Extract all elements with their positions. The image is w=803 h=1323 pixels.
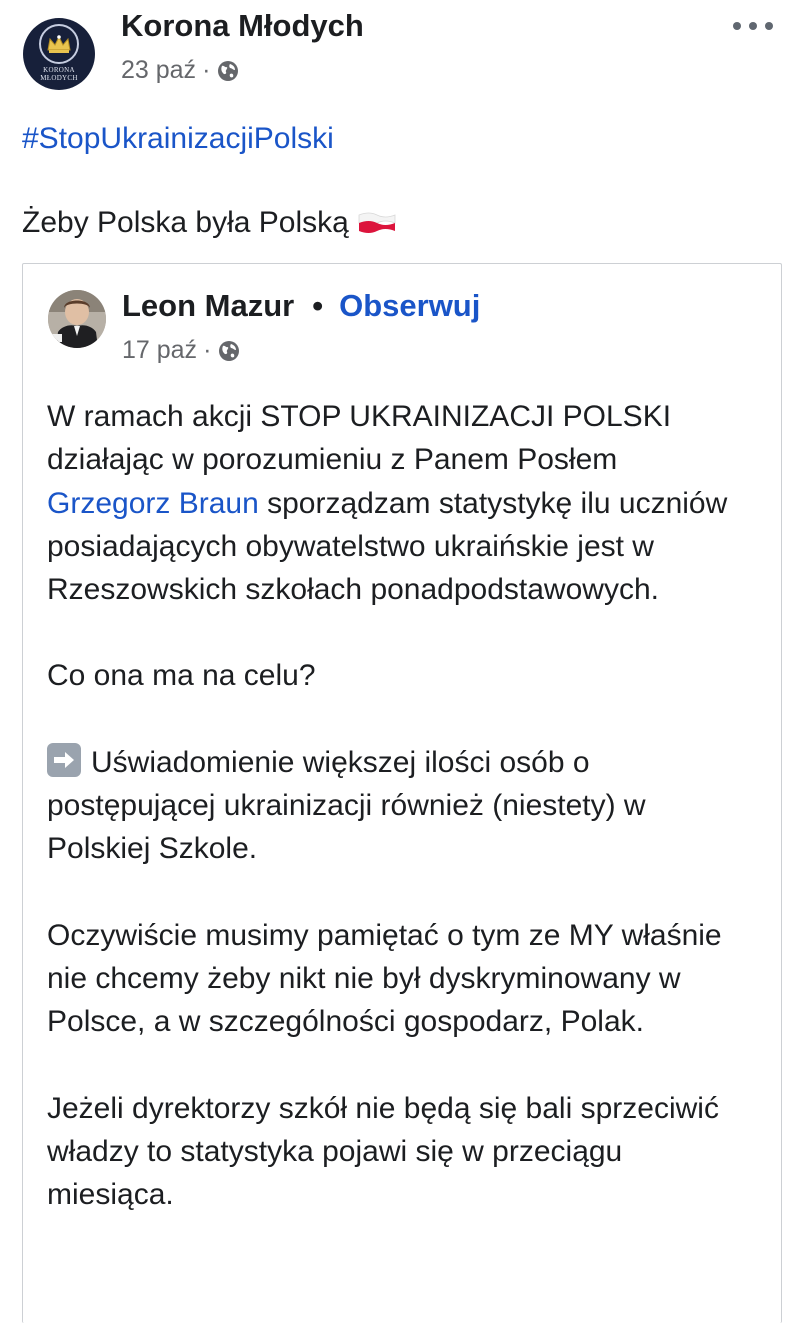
shared-post-card[interactable]: Leon Mazur • Obserwuj 17 paź · W ramach … <box>22 263 782 1323</box>
post-meta: 23 paź · <box>121 56 240 85</box>
shared-post-meta: 17 paź · <box>122 336 241 365</box>
paragraph-2: Co ona ma na celu? <box>47 659 316 693</box>
more-options-icon[interactable] <box>733 14 773 38</box>
page-name[interactable]: Korona Młodych <box>121 8 364 44</box>
paragraph-3: Uświadomienie większej ilości osób o pos… <box>47 741 747 871</box>
meta-separator: · <box>202 56 211 84</box>
globe-icon <box>216 59 240 83</box>
paragraph-4: Oczywiście musimy pamiętać o tym ze MY w… <box>47 918 722 1039</box>
post-intro-text: Żeby Polska była Polską <box>22 206 349 239</box>
meta-separator: · <box>203 336 212 364</box>
crown-logo-icon <box>39 24 79 64</box>
avatar-logo-text: KORONA MŁODYCH <box>40 66 78 82</box>
follow-button[interactable]: Obserwuj <box>339 288 480 324</box>
author-avatar[interactable] <box>48 290 106 348</box>
globe-icon <box>217 339 241 363</box>
shared-post-body: W ramach akcji STOP UKRAINIZACJI POLSKI … <box>47 395 747 1216</box>
post-text: Żeby Polska była Polską <box>22 206 397 240</box>
right-arrow-icon <box>47 742 81 777</box>
hashtag-link[interactable]: #StopUkrainizacjiPolski <box>22 122 334 156</box>
mention-link[interactable]: Grzegorz Braun <box>47 487 259 520</box>
author-dot-separator: • <box>312 288 324 323</box>
shared-author-line: Leon Mazur • Obserwuj <box>122 288 480 324</box>
page-avatar[interactable]: KORONA MŁODYCH <box>23 18 95 90</box>
shared-post-date[interactable]: 17 paź <box>122 336 197 365</box>
post-header: KORONA MŁODYCH Korona Młodych 23 paź · <box>0 0 803 100</box>
author-name[interactable]: Leon Mazur <box>122 288 294 324</box>
paragraph-1: W ramach akcji STOP UKRAINIZACJI POLSKI … <box>47 400 728 607</box>
paragraph-5: Jeżeli dyrektorzy szkół nie będą się bal… <box>47 1091 719 1212</box>
post-date[interactable]: 23 paź <box>121 56 196 85</box>
polish-flag-icon <box>357 210 397 236</box>
